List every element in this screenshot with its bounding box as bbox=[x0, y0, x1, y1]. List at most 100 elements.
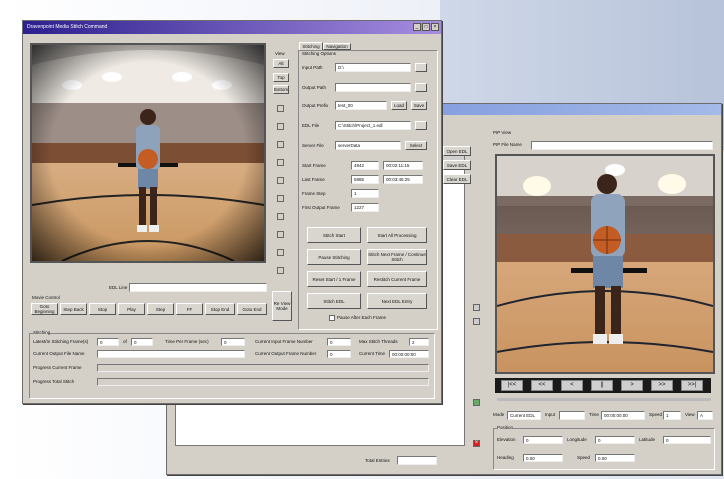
start-frame-time-field[interactable]: 00:02:11:15 bbox=[383, 161, 423, 170]
stitching-options-label: Stitching Options bbox=[302, 51, 337, 56]
server-file-field[interactable]: serverData bbox=[335, 141, 401, 150]
speed-readout-field[interactable]: 0.00 bbox=[595, 454, 635, 462]
longitude-label: Longitude bbox=[567, 437, 587, 442]
camera-2-checkbox[interactable] bbox=[277, 123, 284, 130]
scroll-up-icon[interactable] bbox=[473, 304, 480, 311]
play-movie-button[interactable]: Play bbox=[118, 303, 145, 315]
speed-select[interactable]: 1 bbox=[663, 411, 681, 420]
time-label: Time bbox=[589, 412, 599, 417]
tab-navigation[interactable]: Navigation bbox=[323, 43, 351, 50]
minimize-icon[interactable]: _ bbox=[413, 23, 421, 31]
restitch-current-frame-button[interactable]: Restitch Current Frame bbox=[367, 271, 427, 287]
last-frame-field[interactable]: 5885 bbox=[351, 175, 379, 184]
stop-movie-button[interactable]: Stop bbox=[89, 303, 116, 315]
close-icon[interactable]: × bbox=[431, 23, 439, 31]
goto-beginning-button[interactable]: Goto Beginning bbox=[31, 303, 58, 315]
input-path-field[interactable]: D:\ bbox=[335, 63, 411, 72]
view-alt-button[interactable]: Alt bbox=[273, 59, 289, 68]
mode-select[interactable]: Current EDL bbox=[507, 411, 541, 420]
last-frame-time-field[interactable]: 00:03:45:25 bbox=[383, 175, 423, 184]
open-edl-button[interactable]: Open EDL bbox=[443, 146, 471, 156]
latitude-field[interactable]: 0 bbox=[663, 436, 711, 444]
select-button[interactable]: Select bbox=[405, 141, 427, 150]
next-edl-entry-button[interactable]: Next EDL Entry bbox=[367, 293, 427, 309]
edl-line-select[interactable] bbox=[129, 283, 267, 292]
heading-field[interactable]: 0.00 bbox=[523, 454, 563, 462]
ff-movie-button[interactable]: FF bbox=[176, 303, 203, 315]
pause-button[interactable]: || bbox=[591, 380, 613, 391]
save-button[interactable]: Save bbox=[411, 101, 427, 110]
camera-1-checkbox[interactable] bbox=[277, 105, 284, 112]
re-view-mode-button[interactable]: Re View Mode bbox=[272, 291, 292, 321]
output-path-browse-button[interactable] bbox=[415, 83, 427, 92]
frame-step-field[interactable]: 1 bbox=[351, 189, 379, 198]
stop-end-button[interactable]: Stop End bbox=[205, 303, 235, 315]
position-label: Position bbox=[497, 425, 514, 431]
stitch-edl-button[interactable]: Stitch EDL bbox=[307, 293, 361, 309]
longitude-field[interactable]: 0 bbox=[595, 436, 635, 444]
tab-stitching[interactable]: Stitching bbox=[299, 42, 323, 50]
main-window-titlebar[interactable]: Dravenpoint Media Stitch Command _ □ × bbox=[23, 21, 441, 34]
pause-after-frame-label: Pause After Each Frame bbox=[337, 315, 387, 320]
pip-file-label: PIP File Name bbox=[493, 142, 522, 147]
pause-after-frame-checkbox[interactable] bbox=[329, 315, 335, 321]
play-button[interactable]: > bbox=[621, 380, 643, 391]
progress-current-frame-label: Progress Current Frame bbox=[33, 365, 82, 370]
camera-5-checkbox[interactable] bbox=[277, 177, 284, 184]
move-entry-icon[interactable] bbox=[473, 399, 480, 406]
load-button[interactable]: Load bbox=[391, 101, 407, 110]
fast-back-button[interactable]: << bbox=[531, 380, 553, 391]
first-output-frame-label: First Output Frame bbox=[302, 205, 340, 210]
stitch-next-frame-button[interactable]: Stitch Next Frame / Continue Stitch bbox=[367, 249, 427, 265]
step-back-movie-button[interactable]: Step Back bbox=[60, 303, 87, 315]
camera-9-checkbox[interactable] bbox=[277, 249, 284, 256]
elevation-field[interactable]: 0 bbox=[523, 436, 563, 444]
scroll-down-icon[interactable] bbox=[473, 318, 480, 325]
current-input-frame-label: Current Input Frame Number bbox=[255, 339, 313, 344]
window-title: Dravenpoint Media Stitch Command bbox=[27, 24, 108, 30]
pause-stitching-button[interactable]: Pause Stitching bbox=[307, 249, 361, 265]
view-select[interactable]: A bbox=[697, 411, 713, 420]
time-field[interactable]: 00:00:00:00 bbox=[601, 411, 645, 420]
camera-8-checkbox[interactable] bbox=[277, 231, 284, 238]
output-path-field[interactable] bbox=[335, 83, 411, 92]
max-stitch-threads-field[interactable]: 2 bbox=[409, 338, 429, 346]
start-all-processing-button[interactable]: Start All Processing bbox=[367, 227, 427, 243]
save-edl-button[interactable]: Save EDL bbox=[443, 160, 471, 170]
output-prefix-field[interactable]: test_00 bbox=[335, 101, 387, 110]
fast-forward-button[interactable]: >> bbox=[651, 380, 673, 391]
input-field[interactable] bbox=[559, 411, 585, 420]
goto-end-movie-button[interactable]: Goto End bbox=[237, 303, 267, 315]
camera-3-checkbox[interactable] bbox=[277, 141, 284, 148]
camera-6-checkbox[interactable] bbox=[277, 195, 284, 202]
stitch-start-button[interactable]: Stitch Start bbox=[307, 227, 361, 243]
maximize-icon[interactable]: □ bbox=[422, 23, 430, 31]
stitching-total-field: 0 bbox=[131, 338, 153, 346]
current-output-name-field bbox=[97, 350, 245, 358]
edl-file-field[interactable]: C:\Stitch\Project_1.edl bbox=[335, 121, 411, 130]
pip-seek-track[interactable] bbox=[497, 398, 711, 401]
main-video-player[interactable] bbox=[30, 43, 266, 263]
delete-entry-icon[interactable]: × bbox=[473, 440, 480, 447]
movie-control-label: Movie Control bbox=[32, 295, 60, 300]
step-back-button[interactable]: < bbox=[561, 380, 583, 391]
camera-4-checkbox[interactable] bbox=[277, 159, 284, 166]
goto-start-button[interactable]: |<< bbox=[501, 380, 523, 391]
start-frame-field[interactable]: 4842 bbox=[351, 161, 379, 170]
camera-10-checkbox[interactable] bbox=[277, 267, 284, 274]
speed-readout-label: Speed bbox=[577, 455, 591, 460]
pip-file-field[interactable] bbox=[531, 141, 713, 150]
edl-file-browse-button[interactable] bbox=[415, 121, 427, 130]
goto-end-button[interactable]: >>| bbox=[681, 380, 703, 391]
time-per-frame-field: 0 bbox=[221, 338, 245, 346]
camera-7-checkbox[interactable] bbox=[277, 213, 284, 220]
view-top-button[interactable]: Top bbox=[273, 73, 289, 82]
view-bottom-button[interactable]: Bottom bbox=[273, 85, 289, 94]
first-output-frame-field[interactable]: 1227 bbox=[351, 203, 379, 212]
progress-total-stitch-bar bbox=[97, 378, 429, 386]
pip-video-player[interactable] bbox=[495, 154, 715, 374]
input-path-browse-button[interactable] bbox=[415, 63, 427, 72]
clear-edl-button[interactable]: Clear EDL bbox=[443, 174, 471, 184]
step-movie-button[interactable]: Step bbox=[147, 303, 174, 315]
reset-start-button[interactable]: Reset Start / 1 Frame bbox=[307, 271, 361, 287]
